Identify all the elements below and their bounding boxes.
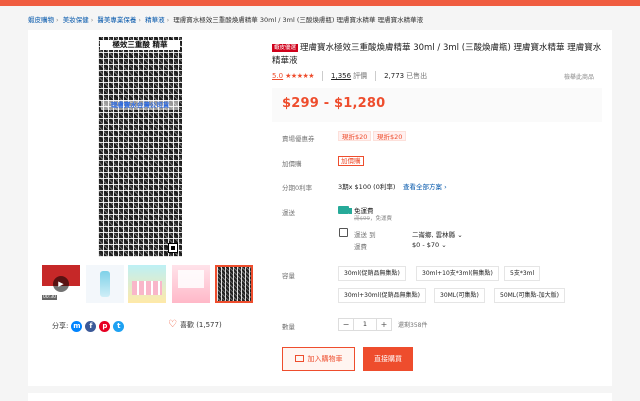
rating-value[interactable]: 5.0 xyxy=(272,72,283,80)
free-shipping-condition: 滿$99，免運費 xyxy=(354,214,392,222)
shipping-fee-label: 運費 xyxy=(354,243,367,251)
free-shipping-note: ，免運費 xyxy=(370,216,393,222)
product-card: 極效三重酸 精華 理膚寶水台灣公司貨 ▶ 00:30 分享: m f p t ♡… xyxy=(28,30,612,386)
next-section xyxy=(28,393,612,401)
shipping-fee-dropdown[interactable]: $0 - $70 ⌄ xyxy=(412,241,447,249)
twitter-icon[interactable]: t xyxy=(113,320,125,332)
thumbnail-strip: ▶ 00:30 xyxy=(42,265,256,303)
voucher-tag[interactable]: 現折$20 xyxy=(373,131,407,141)
product-details: 蝦皮優選 理膚寶水極效三重酸煥膚精華 30ml / 3ml (三酸煥膚瓶) 理膚寶… xyxy=(272,30,608,386)
divider xyxy=(322,71,324,81)
breadcrumb-item-beauty[interactable]: 美妝保健 xyxy=(63,16,89,24)
add-to-cart-button[interactable]: 加入購物車 xyxy=(282,347,355,371)
voucher-tag[interactable]: 現折$20 xyxy=(338,131,372,141)
product-title: 蝦皮優選 理膚寶水極效三重酸煥膚精華 30ml / 3ml (三酸煥膚瓶) 理膚寶… xyxy=(272,42,602,68)
installment-value: 3期x $100 (0利率) xyxy=(338,183,396,191)
option-button[interactable]: 30ML(可集點) xyxy=(434,288,485,303)
shipping-icon xyxy=(339,228,348,237)
cart-icon xyxy=(294,355,304,362)
favorite-label: 喜歡 (1,577) xyxy=(179,320,222,329)
breadcrumb-separator: › xyxy=(138,16,141,24)
qr-code-icon xyxy=(168,243,178,253)
installment-label: 分期0利率 xyxy=(282,184,313,192)
quantity-input[interactable]: 1 xyxy=(353,319,377,330)
price-box: $299 - $1,280 xyxy=(272,88,602,122)
heart-icon: ♡ xyxy=(168,319,177,330)
breadcrumb-item-medical-skincare[interactable]: 醫美專業保養 xyxy=(97,16,136,24)
product-main-image[interactable]: 極效三重酸 精華 理膚寶水台灣公司貨 xyxy=(98,37,182,257)
quantity-increase-button[interactable]: + xyxy=(377,319,391,330)
sold-count: 2,773 xyxy=(384,72,405,80)
share-row: 分享: m f p t xyxy=(52,320,127,332)
price-range: $299 - $1,280 xyxy=(282,96,386,111)
thumbnail-image[interactable] xyxy=(128,265,166,303)
favorite-button[interactable]: ♡ 喜歡 (1,577) xyxy=(168,319,222,330)
share-label: 分享: xyxy=(52,322,69,330)
addon-label: 加價購 xyxy=(282,160,302,168)
poster-title: 極效三重酸 精華 xyxy=(100,40,180,50)
ship-to-dropdown[interactable]: 二崙鄉, 雲林縣 ⌄ xyxy=(412,229,463,239)
addon-tag[interactable]: 加價購 xyxy=(338,156,364,166)
add-to-cart-label: 加入購物車 xyxy=(307,355,343,363)
breadcrumb: 蝦皮購物 › 美妝保健 › 醫美專業保養 › 精華液 › 理膚寶水極效三重酸煥膚精華 3… xyxy=(28,14,423,24)
poster-watermark: 理膚寶水台灣公司貨 xyxy=(101,100,179,110)
breadcrumb-separator: › xyxy=(56,16,59,24)
messenger-icon[interactable]: m xyxy=(71,320,83,332)
report-link[interactable]: 檢舉此商品 xyxy=(564,72,594,81)
option-button[interactable]: 50ML(可集點-加大版) xyxy=(494,288,566,303)
breadcrumb-item-home[interactable]: 蝦皮購物 xyxy=(28,16,54,24)
buy-now-button[interactable]: 直接購買 xyxy=(363,347,413,371)
free-shipping-threshold: 滿$99 xyxy=(354,216,370,222)
breadcrumb-separator: › xyxy=(166,16,170,24)
product-title-text: 理膚寶水極效三重酸煥膚精華 30ml / 3ml (三酸煥膚瓶) 理膚寶水精華 … xyxy=(272,43,602,66)
quantity-label: 數量 xyxy=(282,323,295,331)
breadcrumb-current: 理膚寶水極效三重酸煥膚精華 30ml / 3ml (三酸煥膚瓶) 理膚寶水精華 … xyxy=(173,16,424,24)
poster-pattern xyxy=(98,37,182,257)
breadcrumb-item-serum[interactable]: 精華液 xyxy=(145,16,165,24)
pinterest-icon[interactable]: p xyxy=(99,320,111,332)
sold-label: 已售出 xyxy=(406,72,428,80)
preferred-badge: 蝦皮優選 xyxy=(272,44,299,52)
shipping-label: 運送 xyxy=(282,209,295,217)
quantity-stepper: − 1 + xyxy=(338,318,392,331)
option-button[interactable]: 30ml(促銷品無集點) xyxy=(338,266,406,281)
option-button[interactable]: 30ml+30ml(促銷品無集點) xyxy=(338,288,427,303)
capacity-label: 容量 xyxy=(282,272,295,280)
facebook-icon[interactable]: f xyxy=(85,320,97,332)
product-stats: 5.0 ★★★★★ 1,356 評價 2,773 已售出 檢舉此商品 xyxy=(272,71,602,81)
quantity-decrease-button[interactable]: − xyxy=(339,319,353,330)
stock-remaining: 還剩358件 xyxy=(398,322,428,329)
thumbnail-image-selected[interactable] xyxy=(215,265,253,303)
voucher-label: 賣場優惠券 xyxy=(282,135,315,143)
option-button[interactable]: 5支*3ml xyxy=(504,266,541,281)
star-rating-icon: ★★★★★ xyxy=(285,72,315,80)
option-button[interactable]: 30ml+10支*3ml(無集點) xyxy=(416,266,499,281)
thumbnail-image[interactable] xyxy=(86,265,124,303)
ship-to-label: 運送 到 xyxy=(354,231,376,239)
truck-icon xyxy=(338,206,352,214)
reviews-label: 評價 xyxy=(353,72,368,80)
video-duration: 00:30 xyxy=(42,295,57,300)
play-icon: ▶ xyxy=(53,276,69,292)
installment-plans-link[interactable]: 查看全部方案 › xyxy=(403,181,447,191)
thumbnail-image[interactable] xyxy=(172,265,210,303)
divider xyxy=(375,71,377,81)
reviews-count[interactable]: 1,356 xyxy=(331,72,351,80)
top-banner xyxy=(0,0,640,6)
thumbnail-video[interactable]: ▶ 00:30 xyxy=(42,265,80,303)
breadcrumb-separator: › xyxy=(90,16,94,24)
